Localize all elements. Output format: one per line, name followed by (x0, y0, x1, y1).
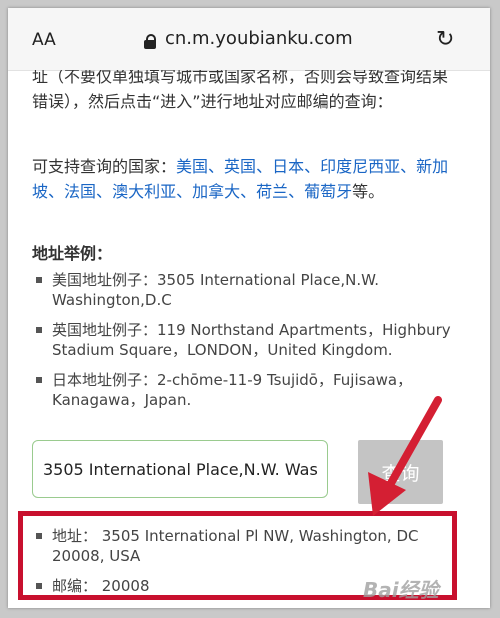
country-link[interactable]: 荷兰 (256, 182, 288, 201)
country-link[interactable]: 葡萄牙 (304, 182, 352, 201)
country-link[interactable]: 法国 (64, 182, 96, 201)
address-search-input[interactable] (32, 440, 328, 498)
list-item: 日本地址例子：2-chōme-11-9 Tsujidō，Fujisawa，Kan… (32, 370, 468, 410)
search-button[interactable]: 查询 (358, 440, 443, 504)
watermark: Bai经验 (363, 578, 439, 602)
list-item: 美国地址例子：3505 International Place,N.W. Was… (32, 270, 468, 310)
screenshot-frame: AA cn.m.youbianku.com ↻ 址（不要仅单独填写城市或国家名称… (8, 8, 490, 608)
examples-list: 美国地址例子：3505 International Place,N.W. Was… (32, 270, 468, 420)
page-content: 址（不要仅单独填写城市或国家名称，否则会导致查询结果错误），然后点击“进入”进行… (8, 70, 490, 608)
country-separator: 、 (176, 182, 193, 201)
country-separator: 、 (240, 182, 257, 201)
country-link[interactable]: 澳大利亚 (112, 182, 176, 201)
country-link[interactable]: 加拿大 (192, 182, 240, 201)
browser-address-bar[interactable]: AA cn.m.youbianku.com ↻ (8, 8, 490, 71)
country-separator: 、 (304, 157, 321, 176)
text-size-button[interactable]: AA (32, 30, 56, 50)
country-separator: 、 (288, 182, 305, 201)
examples-heading: 地址举例： (32, 244, 113, 263)
country-separator: 、 (48, 182, 65, 201)
supported-prefix: 可支持查询的国家： (32, 157, 177, 176)
url-text[interactable]: cn.m.youbianku.com (165, 28, 353, 49)
country-separator: 、 (96, 182, 113, 201)
country-separator: 、 (208, 157, 225, 176)
country-link[interactable]: 美国 (176, 157, 208, 176)
intro-text: 址（不要仅单独填写城市或国家名称，否则会导致查询结果错误），然后点击“进入”进行… (32, 70, 449, 111)
reload-icon[interactable]: ↻ (436, 29, 454, 51)
supported-countries: 可支持查询的国家：美国、英国、日本、印度尼西亚、新加坡、法国、澳大利亚、加拿大、… (32, 154, 460, 204)
supported-suffix: 等。 (352, 182, 385, 201)
list-item: 英国地址例子：119 Northstand Apartments，Highbur… (32, 320, 468, 360)
country-link[interactable]: 英国 (224, 157, 256, 176)
country-separator: 、 (400, 157, 417, 176)
lock-icon (144, 34, 156, 49)
country-link[interactable]: 印度尼西亚 (320, 157, 400, 176)
country-separator: 、 (256, 157, 273, 176)
country-link[interactable]: 日本 (272, 157, 304, 176)
